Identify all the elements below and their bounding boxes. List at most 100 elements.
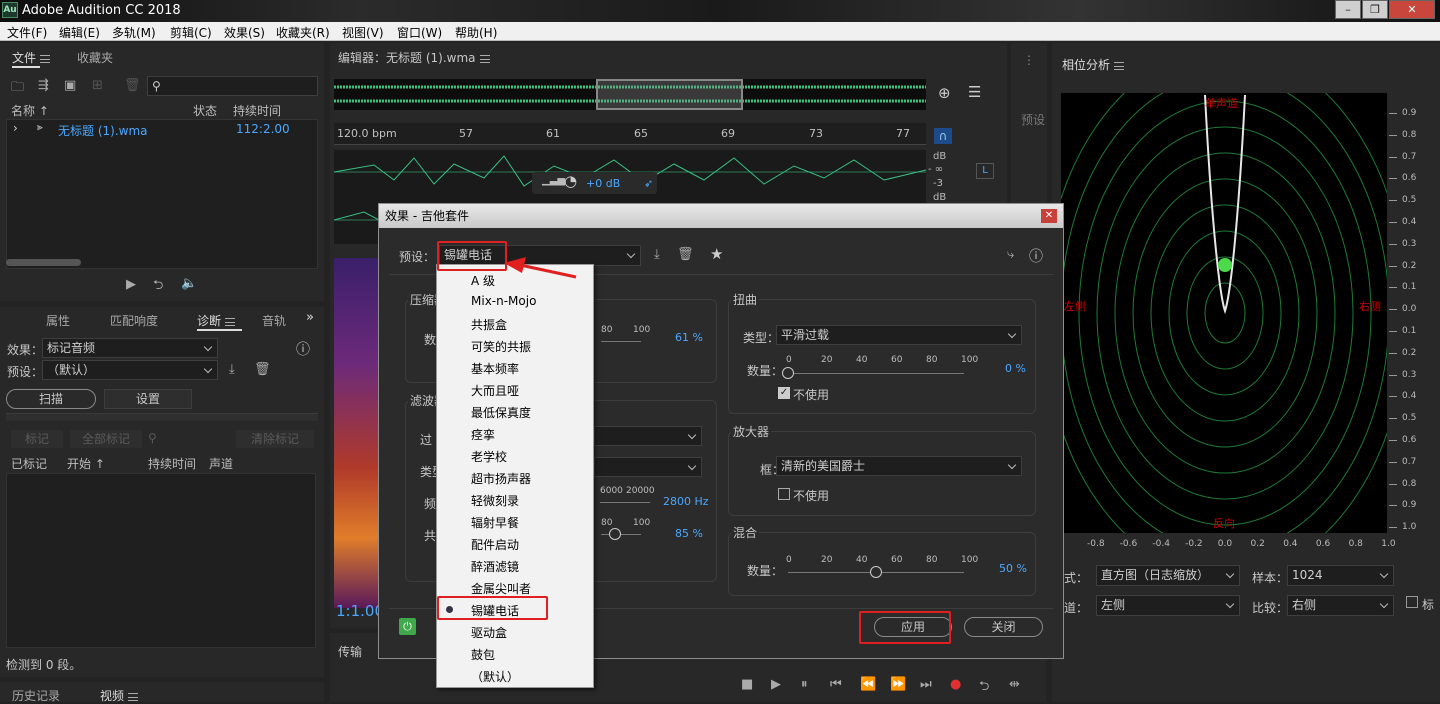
power-icon[interactable]: ⏻ bbox=[399, 618, 416, 635]
frequency-value[interactable]: 2800 Hz bbox=[663, 495, 709, 508]
delete-preset-icon[interactable]: 🗑 bbox=[677, 247, 694, 262]
list-view-icon[interactable]: ☰ bbox=[968, 83, 981, 101]
delete-preset-icon[interactable]: 🗑 bbox=[254, 362, 271, 377]
preset-menu-item[interactable]: 共振盒 bbox=[471, 316, 507, 333]
skip-icon[interactable]: ⇹ bbox=[1009, 677, 1020, 692]
gain-value[interactable]: +0 dB bbox=[586, 177, 620, 190]
dialog-title-bar[interactable]: 效果 - 吉他套件 ✕ bbox=[379, 204, 1063, 228]
resonance-knob[interactable] bbox=[609, 528, 621, 540]
mark-button[interactable]: 标记 bbox=[11, 430, 63, 448]
restore-icon[interactable]: ❐ bbox=[1362, 0, 1388, 19]
auto-play-icon[interactable]: 🔈 bbox=[181, 276, 197, 291]
menu-window[interactable]: 窗口(W) bbox=[397, 24, 442, 41]
tab-properties[interactable]: 属性 bbox=[46, 312, 70, 329]
open-folder-icon[interactable]: 🗀 bbox=[11, 78, 24, 100]
channel-select[interactable]: 左侧 bbox=[1096, 595, 1240, 616]
col-marked[interactable]: 已标记 bbox=[11, 455, 47, 472]
sample-select[interactable]: 1024 bbox=[1287, 565, 1394, 586]
play-icon[interactable]: ▶ bbox=[771, 677, 781, 692]
favorite-star-icon[interactable]: ★ bbox=[710, 245, 723, 263]
col-start[interactable]: 开始 ↑ bbox=[67, 455, 105, 472]
filter-kind-select[interactable] bbox=[594, 457, 702, 477]
close-icon[interactable]: ✕ bbox=[1389, 0, 1435, 19]
tab-files[interactable]: 文件 bbox=[12, 49, 50, 66]
pin-icon[interactable]: ➶ bbox=[644, 177, 653, 190]
menu-help[interactable]: 帮助(H) bbox=[455, 24, 497, 41]
files-scrollbar[interactable] bbox=[6, 259, 81, 266]
loop-icon[interactable]: ⮌ bbox=[979, 677, 989, 699]
preset-menu-item[interactable]: 配件启动 bbox=[471, 536, 519, 553]
col-channel[interactable]: 声道 bbox=[209, 455, 233, 472]
preset-menu-item[interactable]: 大而且哑 bbox=[471, 382, 519, 399]
tab-video[interactable]: 视频 bbox=[100, 687, 138, 704]
scan-button[interactable]: 扫描 bbox=[6, 389, 96, 409]
distortion-knob[interactable] bbox=[782, 367, 794, 379]
rewind-icon[interactable]: ⏪ bbox=[860, 677, 876, 692]
mode-select[interactable]: 直方图（日志缩放） bbox=[1096, 565, 1240, 586]
preset-select[interactable]: （默认） bbox=[42, 360, 218, 380]
preset-menu-item[interactable]: 鼓包 bbox=[471, 646, 495, 663]
zoom-icon[interactable]: ⚲ bbox=[148, 431, 157, 445]
divider-handle[interactable] bbox=[6, 413, 318, 421]
menu-favorites[interactable]: 收藏夹(R) bbox=[276, 24, 330, 41]
menu-multitrack[interactable]: 多轨(M) bbox=[112, 24, 156, 41]
new-file-icon[interactable]: ▣ bbox=[64, 78, 76, 93]
menu-clip[interactable]: 剪辑(C) bbox=[170, 24, 212, 41]
preset-menu-item[interactable]: 辐射早餐 bbox=[471, 514, 519, 531]
resonance-slider[interactable] bbox=[601, 534, 641, 535]
more-tabs-icon[interactable]: » bbox=[306, 310, 314, 325]
save-preset-icon[interactable]: ⤓ bbox=[654, 247, 660, 262]
info-icon[interactable]: ⓘ bbox=[1029, 246, 1043, 266]
filter-type-select[interactable] bbox=[594, 426, 702, 446]
compressor-slider[interactable] bbox=[601, 341, 641, 342]
zoom-fit-icon[interactable]: ⊕ bbox=[938, 84, 951, 102]
preset-menu-item[interactable]: 醉酒滤镜 bbox=[471, 558, 519, 575]
col-status[interactable]: 状态 bbox=[193, 102, 217, 119]
menu-edit[interactable]: 编辑(E) bbox=[59, 24, 100, 41]
files-search-input[interactable]: ⚲ bbox=[147, 76, 318, 96]
mix-value[interactable]: 50 % bbox=[999, 562, 1027, 575]
tab-favorites[interactable]: 收藏夹 bbox=[77, 49, 113, 66]
preset-menu-item[interactable]: 最低保真度 bbox=[471, 404, 531, 421]
preset-menu-item[interactable]: 痉挛 bbox=[471, 426, 495, 443]
col-name[interactable]: 名称 ↑ bbox=[11, 102, 49, 119]
distortion-slider[interactable] bbox=[788, 373, 964, 374]
amplifier-box-select[interactable]: 清新的美国爵士 bbox=[776, 456, 1022, 476]
distortion-value[interactable]: 0 % bbox=[1005, 362, 1026, 375]
timeline-ruler[interactable]: 120.0 bpm 57 61 65 69 73 77 bbox=[334, 123, 926, 145]
clear-marks-button[interactable]: 清除标记 bbox=[236, 430, 314, 448]
record-icon[interactable]: ● bbox=[950, 677, 961, 692]
compare-select[interactable]: 右侧 bbox=[1287, 595, 1394, 616]
stop-icon[interactable]: ■ bbox=[741, 677, 753, 692]
mix-knob[interactable] bbox=[870, 566, 882, 578]
overview-waveform[interactable] bbox=[334, 79, 926, 110]
close-button[interactable]: 关闭 bbox=[964, 617, 1043, 637]
menu-effects[interactable]: 效果(S) bbox=[224, 24, 265, 41]
panel-menu-icon[interactable]: ⋮ bbox=[1023, 53, 1035, 67]
preset-menu-item[interactable]: 驱动盒 bbox=[471, 624, 507, 641]
save-preset-icon[interactable]: ⤓ bbox=[229, 362, 235, 377]
trash-icon[interactable]: 🗑 bbox=[124, 78, 141, 93]
compressor-value[interactable]: 61 % bbox=[675, 331, 703, 344]
tab-diagnostics[interactable]: 诊断 bbox=[197, 312, 235, 329]
resonance-value[interactable]: 85 % bbox=[675, 527, 703, 540]
show-checkbox[interactable] bbox=[1406, 596, 1418, 608]
preset-menu-item[interactable]: 轻微刻录 bbox=[471, 492, 519, 509]
play-icon[interactable]: ▶ bbox=[126, 277, 136, 292]
fast-forward-icon[interactable]: ⏩ bbox=[890, 677, 906, 692]
spectral-view[interactable] bbox=[334, 258, 378, 608]
preset-menu-item[interactable]: 基本频率 bbox=[471, 360, 519, 377]
menu-view[interactable]: 视图(V) bbox=[342, 24, 384, 41]
preset-menu-item[interactable]: 可笑的共振 bbox=[471, 338, 531, 355]
col-duration2[interactable]: 持续时间 bbox=[148, 455, 196, 472]
amplifier-bypass-checkbox[interactable] bbox=[778, 488, 790, 500]
go-start-icon[interactable]: ⏮ bbox=[830, 677, 842, 692]
menu-file[interactable]: 文件(F) bbox=[7, 24, 47, 41]
preset-menu-item[interactable]: Mix-n-Mojo bbox=[471, 294, 536, 308]
chevron-right-icon[interactable]: › bbox=[13, 121, 18, 135]
frequency-slider[interactable] bbox=[600, 502, 650, 503]
minimize-icon[interactable]: – bbox=[1335, 0, 1361, 19]
editor-title[interactable]: 编辑器：无标题 (1).wma bbox=[338, 49, 490, 66]
import-icon[interactable]: ⇶ bbox=[38, 78, 49, 93]
distortion-bypass-checkbox[interactable]: ✓ bbox=[778, 387, 790, 399]
